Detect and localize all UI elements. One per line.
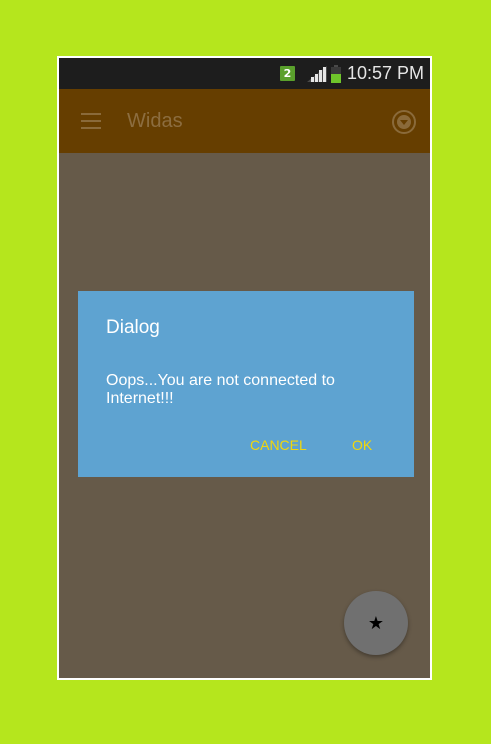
status-bar: 2 10:57 PM: [59, 58, 430, 89]
dialog-message: Oops...You are not connected to Internet…: [106, 372, 335, 407]
dialog-title: Dialog: [106, 317, 160, 338]
star-icon: ★: [367, 612, 385, 634]
toolbar-title: Widas: [127, 109, 183, 132]
sim-2-badge: 2: [279, 66, 295, 81]
ok-button[interactable]: OK: [352, 437, 372, 453]
cancel-button[interactable]: CANCEL: [250, 437, 307, 453]
overflow-dropdown-icon[interactable]: [391, 109, 417, 135]
signal-icon: [306, 65, 327, 82]
app-toolbar: Widas: [59, 89, 430, 153]
app-screen: 2 10:57 PM Widas Dialog Oops...You are n…: [59, 58, 430, 678]
alert-dialog: Dialog Oops...You are not connected to I…: [78, 291, 414, 477]
menu-icon[interactable]: [81, 113, 101, 129]
battery-icon: [330, 64, 341, 83]
status-clock: 10:57 PM: [346, 63, 424, 83]
favorite-fab-button[interactable]: ★: [344, 591, 408, 655]
phone-frame: 2 10:57 PM Widas Dialog Oops...You are n…: [57, 56, 432, 680]
